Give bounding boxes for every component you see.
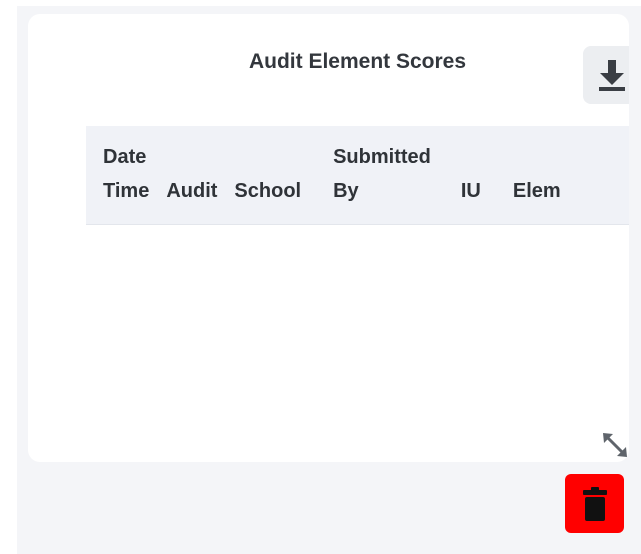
column-header-element[interactable]: Elem	[481, 126, 561, 224]
column-header-submitted-by[interactable]: Submitted By	[301, 126, 431, 224]
widget-card: Audit Element Scores Date Time Audit Sch…	[28, 14, 629, 462]
delete-button[interactable]	[565, 474, 624, 533]
column-header-iu[interactable]: IU	[431, 126, 481, 224]
download-icon	[599, 60, 625, 91]
resize-handle[interactable]	[601, 431, 629, 459]
trash-icon	[582, 486, 607, 521]
column-header-line2: Elem	[512, 180, 561, 202]
column-header-line2: Audit	[166, 180, 218, 202]
column-header-line2: By	[333, 180, 359, 202]
column-header-date-time[interactable]: Date Time	[86, 126, 150, 224]
column-header-school[interactable]: School	[217, 126, 302, 224]
scores-table: Date Time Audit School Submitted By IU E…	[86, 126, 629, 225]
column-header-line2: Time	[103, 180, 150, 202]
column-header-line1: Date	[103, 146, 147, 168]
column-header-line1: Submitted	[333, 146, 431, 168]
column-header-audit[interactable]: Audit	[149, 126, 218, 224]
table-header-row: Date Time Audit School Submitted By IU E…	[86, 126, 561, 224]
column-header-line2: IU	[460, 180, 481, 202]
download-button[interactable]	[583, 46, 629, 104]
resize-diagonal-icon	[603, 433, 627, 457]
column-header-line2: School	[234, 180, 302, 202]
widget-title: Audit Element Scores	[248, 50, 467, 73]
